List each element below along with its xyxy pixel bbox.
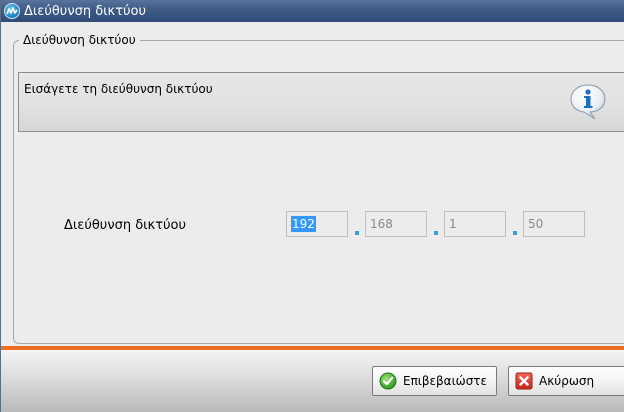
group-legend: Διεύθυνση δικτύου	[19, 33, 140, 47]
info-icon	[570, 84, 606, 120]
ip-octet-4-input[interactable]: 50	[523, 211, 585, 237]
ip-dot-separator	[355, 231, 359, 235]
ip-octet-3-value: 1	[449, 217, 457, 231]
cancel-button-label: Ακύρωση	[539, 374, 595, 388]
ip-octet-2-input[interactable]: 168	[365, 211, 427, 237]
ip-octet-3-input[interactable]: 1	[444, 211, 506, 237]
confirm-button[interactable]: Επιβεβαιώστε	[372, 366, 497, 396]
app-logo-icon	[4, 3, 20, 19]
ip-octet-1-input[interactable]: 192	[286, 211, 348, 237]
ip-octet-1-value: 192	[291, 216, 316, 232]
check-icon	[379, 372, 397, 390]
network-address-label: Διεύθυνση δικτύου	[64, 218, 187, 233]
ip-octet-4-value: 50	[528, 217, 544, 231]
info-text: Εισάγετε τη διεύθυνση δικτύου	[24, 82, 213, 96]
ip-octet-2-value: 168	[370, 217, 393, 231]
window-title: Διεύθυνση δικτύου	[24, 3, 147, 19]
confirm-button-label: Επιβεβαιώστε	[403, 374, 488, 388]
close-icon	[515, 372, 533, 390]
info-panel: Εισάγετε τη διεύθυνση δικτύου	[18, 72, 624, 132]
title-bar[interactable]: Διεύθυνση δικτύου	[1, 0, 624, 22]
cancel-button[interactable]: Ακύρωση	[508, 366, 624, 396]
ip-dot-separator	[434, 231, 438, 235]
ip-dot-separator	[513, 231, 517, 235]
dialog-content: Διεύθυνση δικτύου Εισάγετε τη διεύθυνση …	[1, 22, 624, 346]
dialog-window: Διεύθυνση δικτύου Διεύθυνση δικτύου Εισά…	[0, 0, 624, 412]
